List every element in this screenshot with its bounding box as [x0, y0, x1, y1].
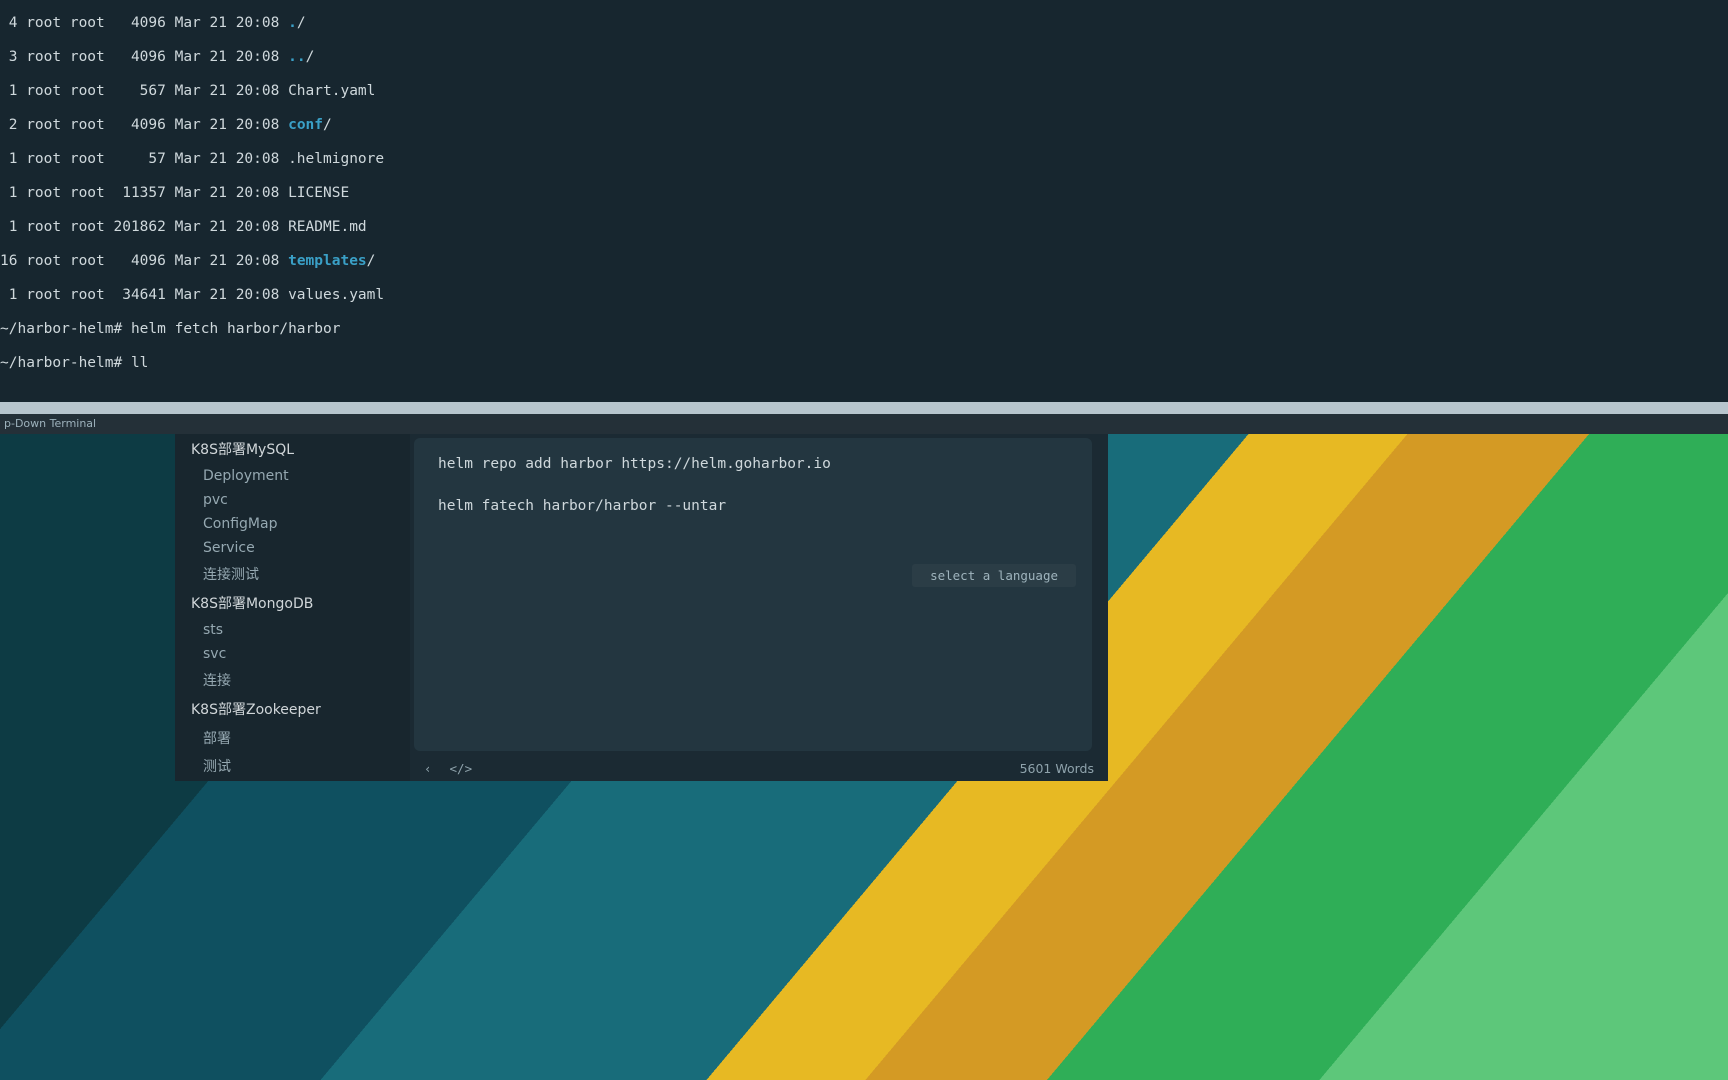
terminal-line: 2 root root 4096 Mar 21 20:08 conf/: [0, 117, 1728, 134]
sidebar-item[interactable]: 连接测试: [175, 560, 410, 588]
terminal[interactable]: 4 root root 4096 Mar 21 20:08 ./ 3 root …: [0, 0, 1728, 402]
sidebar-section-heading[interactable]: K8S部署MongoDB: [175, 588, 410, 618]
dropdown-terminal-titlebar[interactable]: p-Down Terminal: [0, 414, 1728, 434]
terminal-line: 1 root root 34641 Mar 21 20:08 values.ya…: [0, 287, 1728, 304]
terminal-line: 1 root root 201862 Mar 21 20:08 README.m…: [0, 219, 1728, 236]
sidebar-item[interactable]: pvc: [175, 488, 410, 512]
sidebar-section-heading[interactable]: K8S部署Zookeeper: [175, 694, 410, 724]
sidebar-item[interactable]: svc: [175, 642, 410, 666]
terminal-line: ~/harbor-helm# ll: [0, 355, 1728, 372]
editor-code-area[interactable]: helm repo add harbor https://helm.goharb…: [414, 438, 1092, 751]
editor-main: helm repo add harbor https://helm.goharb…: [410, 434, 1108, 781]
source-view-icon[interactable]: </>: [450, 761, 473, 776]
terminal-line: ~/harbor-helm# helm fetch harbor/harbor: [0, 321, 1728, 338]
editor-window: K8S部署MySQLDeploymentpvcConfigMapService连…: [175, 434, 1108, 781]
terminal-line: 1 root root 11357 Mar 21 20:08 LICENSE: [0, 185, 1728, 202]
select-language-button[interactable]: select a language: [912, 564, 1076, 587]
sidebar-item[interactable]: sts: [175, 618, 410, 642]
sidebar-section-heading[interactable]: K8S部署MySQL: [175, 434, 410, 464]
terminal-line: 1 root root 567 Mar 21 20:08 Chart.yaml: [0, 83, 1728, 100]
sidebar-item[interactable]: 测试: [175, 752, 410, 780]
sidebar-item[interactable]: 连接: [175, 666, 410, 694]
terminal-line: 4 root root 4096 Mar 21 20:08 ./: [0, 15, 1728, 32]
editor-sidebar[interactable]: K8S部署MySQLDeploymentpvcConfigMapService连…: [175, 434, 410, 781]
terminal-line: 16 root root 4096 Mar 21 20:08 templates…: [0, 253, 1728, 270]
sidebar-item[interactable]: Service: [175, 536, 410, 560]
sidebar-section-heading[interactable]: K8S部署Kafka: [175, 780, 410, 781]
terminal-line: 1 root root 57 Mar 21 20:08 .helmignore: [0, 151, 1728, 168]
sidebar-item[interactable]: Deployment: [175, 464, 410, 488]
sidebar-item[interactable]: 部署: [175, 724, 410, 752]
terminal-line: 3 root root 4096 Mar 21 20:08 ../: [0, 49, 1728, 66]
terminal-separator: [0, 402, 1728, 414]
back-icon[interactable]: ‹: [424, 761, 432, 776]
word-count: 5601 Words: [1020, 761, 1094, 776]
sidebar-item[interactable]: ConfigMap: [175, 512, 410, 536]
editor-statusbar: ‹ </> 5601 Words: [410, 755, 1108, 781]
